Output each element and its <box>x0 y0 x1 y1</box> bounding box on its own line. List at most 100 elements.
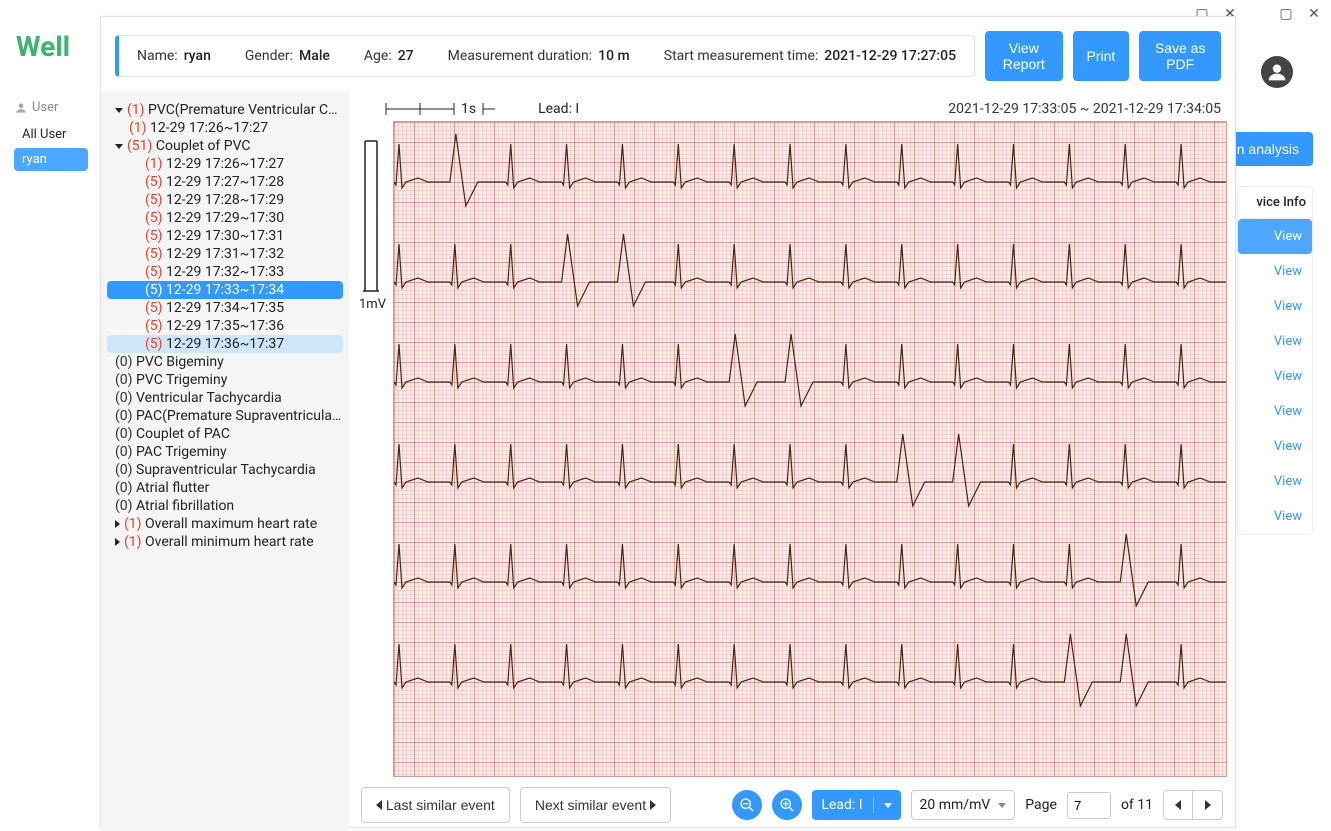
ecg-row <box>394 622 1226 722</box>
tree-node[interactable]: (5) 12-29 17:36~17:37 <box>107 335 343 353</box>
tree-node[interactable]: (5) 12-29 17:29~17:30 <box>107 209 343 227</box>
view-link[interactable]: View <box>1274 439 1302 454</box>
tree-node[interactable]: (0) PAC(Premature Supraventricular … <box>107 407 343 425</box>
chevron-right-icon <box>1205 800 1211 810</box>
view-link[interactable]: View <box>1274 474 1302 489</box>
tree-node[interactable]: (1) 12-29 17:26~17:27 <box>107 119 343 137</box>
tree-node[interactable]: (0) Supraventricular Tachycardia <box>107 461 343 479</box>
avatar[interactable] <box>1261 56 1293 88</box>
print-button[interactable]: Print <box>1073 31 1130 81</box>
tree-node[interactable]: (0) Ventricular Tachycardia <box>107 389 343 407</box>
lead-select[interactable]: Lead: I <box>812 790 900 820</box>
sidebar-item[interactable]: All User <box>14 123 88 146</box>
gain-select[interactable]: 20 mm/mV <box>911 790 1016 820</box>
ecg-grid[interactable] <box>393 121 1227 777</box>
view-link[interactable]: View <box>1274 404 1302 419</box>
age-value: 27 <box>398 48 414 64</box>
tree-count: (5) <box>145 210 163 226</box>
sidebar-item[interactable]: ryan <box>14 148 88 171</box>
tree-node[interactable]: (0) Atrial flutter <box>107 479 343 497</box>
tree-node[interactable]: (0) Couplet of PAC <box>107 425 343 443</box>
tree-node[interactable]: (51) Couplet of PVC <box>107 137 343 155</box>
tree-node[interactable]: (0) PVC Trigeminy <box>107 371 343 389</box>
tree-label: 12-29 17:36~17:37 <box>166 336 284 352</box>
tree-node[interactable]: (5) 12-29 17:27~17:28 <box>107 173 343 191</box>
tree-node[interactable]: (1) Overall minimum heart rate <box>107 533 343 551</box>
calibration-column: 1mV <box>357 121 393 777</box>
tree-label: Atrial fibrillation <box>136 498 234 514</box>
view-link[interactable]: View <box>1274 369 1302 384</box>
user-icon <box>14 101 28 115</box>
view-report-button[interactable]: View Report <box>985 31 1062 81</box>
view-link[interactable]: View <box>1274 299 1302 314</box>
tree-label: 12-29 17:34~17:35 <box>166 300 284 316</box>
tree-count: (51) <box>127 138 152 154</box>
tree-count: (1) <box>124 516 142 532</box>
duration-label: Measurement duration: <box>448 48 593 64</box>
tree-node[interactable]: (0) PVC Bigeminy <box>107 353 343 371</box>
tree-node[interactable]: (5) 12-29 17:33~17:34 <box>107 281 343 299</box>
device-row: View <box>1238 464 1312 499</box>
tree-node[interactable]: (0) PAC Trigeminy <box>107 443 343 461</box>
tree-node[interactable]: (1) PVC(Premature Ventricular Contr… <box>107 101 343 119</box>
tree-count: (5) <box>145 228 163 244</box>
ecg-row <box>394 122 1226 222</box>
event-tree-pane: (1) PVC(Premature Ventricular Contr…(1) … <box>101 91 349 831</box>
page-label: Page <box>1025 797 1057 813</box>
view-link[interactable]: View <box>1274 334 1302 349</box>
device-info-panel: vice Info ViewViewViewViewViewViewViewVi… <box>1237 186 1313 535</box>
tree-label: PVC(Premature Ventricular Contr… <box>148 102 343 118</box>
tree-count: (0) <box>115 372 133 388</box>
tree-label: PAC(Premature Supraventricular … <box>136 408 343 424</box>
page-input[interactable] <box>1067 792 1111 819</box>
user-icon <box>1267 62 1287 82</box>
tree-label: 12-29 17:26~17:27 <box>150 120 268 136</box>
scale-bracket-end-icon <box>482 102 496 116</box>
prev-event-label: Last similar event <box>386 797 495 813</box>
zoom-in-button[interactable] <box>772 790 802 820</box>
tree-label: PVC Trigeminy <box>136 372 227 388</box>
tree-label: 12-29 17:26~17:27 <box>166 156 284 172</box>
device-row: View <box>1238 499 1312 534</box>
caret-down-icon <box>115 144 123 149</box>
tree-node[interactable]: (5) 12-29 17:31~17:32 <box>107 245 343 263</box>
view-link[interactable]: View <box>1274 509 1302 524</box>
tree-node[interactable]: (5) 12-29 17:32~17:33 <box>107 263 343 281</box>
page-of-label: of 11 <box>1121 797 1153 813</box>
chevron-down-icon <box>884 803 892 808</box>
tree-count: (1) <box>129 120 147 136</box>
view-link[interactable]: View <box>1274 229 1302 244</box>
lead-select-value: Lead: I <box>821 797 862 813</box>
tree-node[interactable]: (1) Overall maximum heart rate <box>107 515 343 533</box>
view-link[interactable]: View <box>1274 264 1302 279</box>
tree-node[interactable]: (5) 12-29 17:28~17:29 <box>107 191 343 209</box>
ecg-row <box>394 522 1226 622</box>
tree-node[interactable]: (5) 12-29 17:34~17:35 <box>107 299 343 317</box>
ecg-pane: 1s Lead: I 2021-12-29 17:33:05 ~ 2021-12… <box>349 91 1235 831</box>
tree-node[interactable]: (0) Atrial fibrillation <box>107 497 343 515</box>
tree-count: (1) <box>145 156 163 172</box>
analysis-button[interactable]: n analysis <box>1223 132 1313 166</box>
time-scale: 1s <box>385 101 496 117</box>
tree-label: Couplet of PAC <box>136 426 230 442</box>
caret-down-icon <box>115 108 123 113</box>
page-next-button[interactable] <box>1193 790 1223 820</box>
ecg-viewer-modal: Name:ryan Gender:Male Age:27 Measurement… <box>100 16 1236 828</box>
tree-label: Overall minimum heart rate <box>145 534 314 550</box>
next-similar-event-button[interactable]: Next similar event <box>520 787 671 823</box>
page-prev-button[interactable] <box>1163 790 1193 820</box>
patient-info-bar: Name:ryan Gender:Male Age:27 Measurement… <box>115 35 975 77</box>
tree-node[interactable]: (5) 12-29 17:30~17:31 <box>107 227 343 245</box>
tree-node[interactable]: (5) 12-29 17:35~17:36 <box>107 317 343 335</box>
gender-label: Gender: <box>245 48 293 64</box>
zoom-out-button[interactable] <box>732 790 762 820</box>
app-logo: Well <box>16 30 70 63</box>
close-icon[interactable]: ✕ <box>1307 7 1321 21</box>
prev-similar-event-button[interactable]: Last similar event <box>361 787 510 823</box>
maximize-icon[interactable]: ▢ <box>1279 7 1293 21</box>
save-pdf-button[interactable]: Save as PDF <box>1139 31 1221 81</box>
tree-node[interactable]: (1) 12-29 17:26~17:27 <box>107 155 343 173</box>
ecg-row <box>394 322 1226 422</box>
tree-count: (0) <box>115 498 133 514</box>
calibration-pulse-icon <box>361 131 397 431</box>
